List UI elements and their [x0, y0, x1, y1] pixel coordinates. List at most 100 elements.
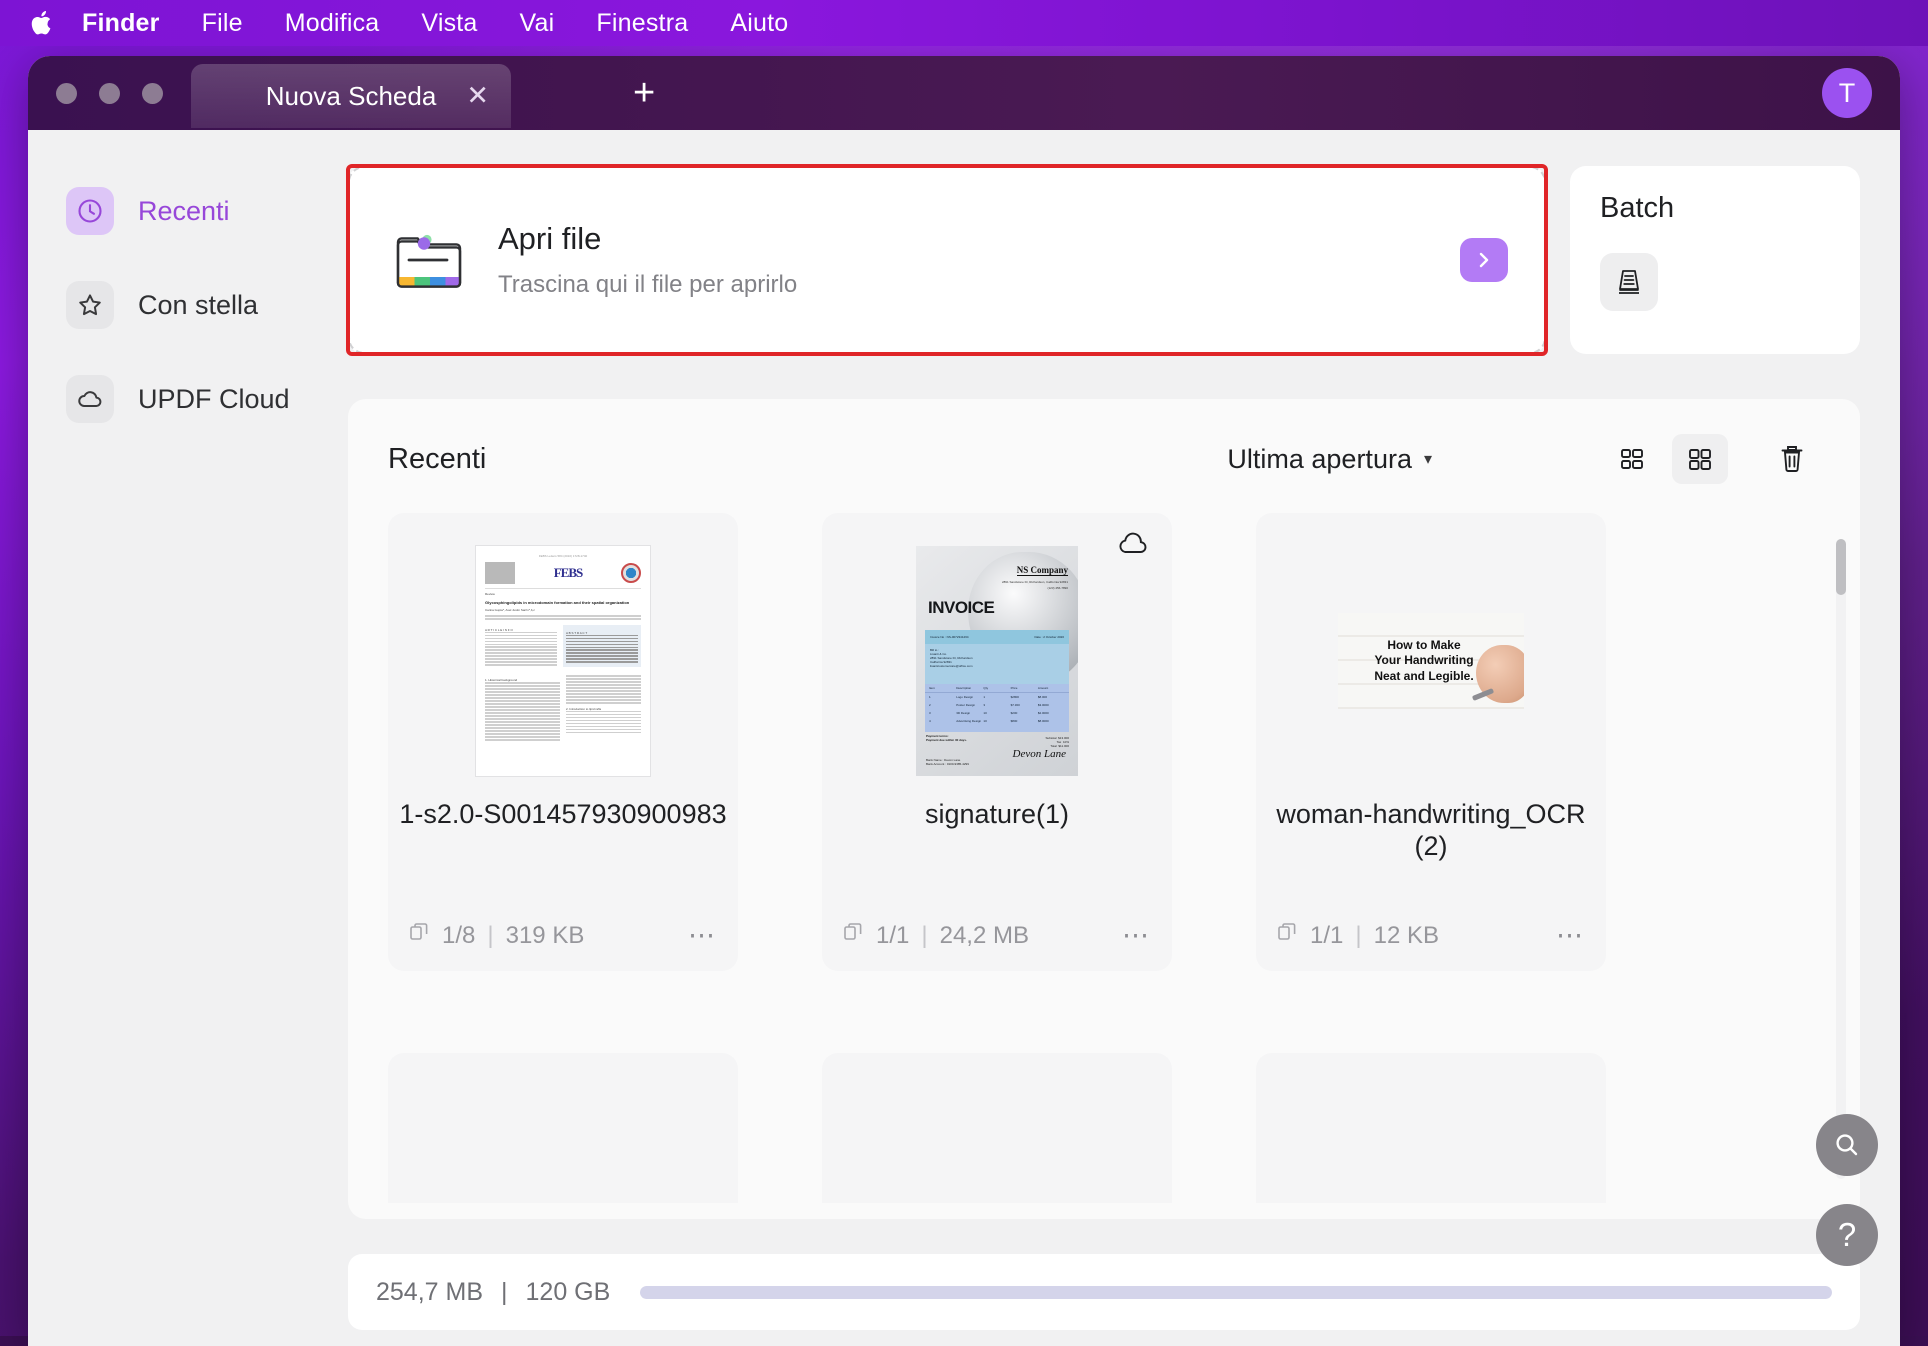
handwriting-line-2: Your Handwriting	[1374, 653, 1473, 669]
chevron-right-icon[interactable]	[1460, 238, 1508, 282]
invoice-bill-to-value: Lisanti & Co. 2891 Sandstone Dr, Richard…	[930, 652, 1064, 668]
storage-progress-fill	[640, 1286, 1832, 1299]
tab-nuova-scheda[interactable]: Nuova Scheda ✕	[191, 64, 511, 128]
paper-kicker: Review	[485, 592, 641, 596]
file-card[interactable]	[1256, 1053, 1606, 1203]
file-card[interactable]: NS Company 2891 Sandstone Dr, Richardson…	[822, 513, 1172, 971]
file-name: signature(1)	[915, 799, 1079, 831]
batch-card[interactable]: Batch	[1570, 166, 1860, 354]
menu-item-finestra[interactable]: Finestra	[575, 0, 709, 46]
pages-icon	[842, 921, 864, 950]
tab-title: Nuova Scheda	[266, 81, 437, 112]
search-icon[interactable]	[1816, 1114, 1878, 1176]
recents-panel: Recenti Ultima apertura ▾	[348, 399, 1860, 1219]
invoice-table: Item Description Qty Price Amount 1 Logo…	[925, 684, 1069, 732]
file-meta: 1/8 | 319 KB ⋯	[408, 920, 718, 951]
sidebar-item-label: UPDF Cloud	[138, 384, 290, 415]
open-file-dropzone[interactable]: Apri file Trascina qui il file per aprir…	[348, 166, 1546, 354]
trash-icon[interactable]	[1764, 434, 1820, 484]
scrollbar-track[interactable]	[1836, 539, 1846, 1179]
clock-icon	[66, 187, 114, 235]
file-size: 24,2 MB	[940, 922, 1029, 950]
handwriting-line-3: Neat and Legible.	[1374, 669, 1473, 685]
invoice-table-row: 1 Logo Design 1 $2800 $8.000	[925, 693, 1069, 701]
invoice-table-row: 3 3D Design 10 $200 $2.0000	[925, 709, 1069, 717]
paper-top-note: FEBS Letters 584 (2010) 1728-1740	[485, 554, 641, 558]
meta-separator: |	[921, 922, 927, 950]
sort-dropdown[interactable]: Ultima apertura ▾	[1227, 444, 1432, 475]
sidebar-item-updf-cloud[interactable]: UPDF Cloud	[66, 368, 308, 430]
batch-title: Batch	[1600, 192, 1830, 225]
cloud-icon[interactable]	[1116, 531, 1150, 562]
scrollbar-thumb[interactable]	[1836, 539, 1846, 595]
minimize-window-button[interactable]	[99, 83, 120, 104]
invoice-company-block: NS Company 2891 Sandstone Dr, Richardson…	[1002, 560, 1068, 590]
sidebar-item-recenti[interactable]: Recenti	[66, 180, 308, 242]
storage-separator: |	[501, 1278, 508, 1307]
more-options-icon[interactable]: ⋯	[1122, 920, 1152, 951]
handwriting-thumbnail: How to Make Your Handwriting Neat and Le…	[1338, 613, 1524, 709]
handwriting-line-1: How to Make	[1374, 638, 1473, 654]
menu-item-aiuto[interactable]: Aiuto	[709, 0, 809, 46]
meta-separator: |	[1355, 922, 1361, 950]
invoice-col-price: Price	[1011, 686, 1038, 690]
window-controls[interactable]	[28, 83, 163, 104]
file-card[interactable]: FEBS Letters 584 (2010) 1728-1740 FEBS R…	[388, 513, 738, 971]
more-options-icon[interactable]: ⋯	[1556, 920, 1586, 951]
file-card[interactable]	[388, 1053, 738, 1203]
close-window-button[interactable]	[56, 83, 77, 104]
invoice-bank: Bank Name : Devon Lane Bank Account : 01…	[926, 758, 969, 766]
file-card[interactable]: How to Make Your Handwriting Neat and Le…	[1256, 513, 1606, 971]
pages-icon	[1276, 921, 1298, 950]
file-name: 1-s2.0-S001457930900983	[389, 799, 736, 831]
help-glyph: ?	[1838, 1216, 1856, 1254]
invoice-table-row: 4 Advertising Design 10 $800 $8.0000	[925, 717, 1069, 725]
open-file-subtitle: Trascina qui il file per aprirlo	[498, 271, 1460, 299]
sidebar-item-label: Recenti	[138, 196, 230, 227]
file-card[interactable]	[822, 1053, 1172, 1203]
help-icon[interactable]: ?	[1816, 1204, 1878, 1266]
sidebar-item-con-stella[interactable]: Con stella	[66, 274, 308, 336]
invoice-date: Date : 2 October 2020	[1034, 635, 1064, 639]
batch-documents-icon[interactable]	[1600, 253, 1658, 311]
invoice-meta-bar: Invoice No : NS-0072341264 Date : 2 Octo…	[925, 630, 1069, 644]
apple-logo-icon[interactable]	[30, 8, 56, 38]
file-pages: 1/1	[876, 922, 909, 950]
open-file-title: Apri file	[498, 221, 1460, 257]
invoice-heading: INVOICE	[928, 598, 994, 618]
menu-item-vai[interactable]: Vai	[499, 0, 576, 46]
more-options-icon[interactable]: ⋯	[688, 920, 718, 951]
grid-view-icon[interactable]	[1672, 434, 1728, 484]
invoice-subtotal-label: Subtotal	[1045, 736, 1056, 740]
menu-item-vista[interactable]: Vista	[400, 0, 498, 46]
sidebar-item-label: Con stella	[138, 290, 258, 321]
close-icon[interactable]: ✕	[466, 83, 489, 110]
list-view-icon[interactable]	[1604, 434, 1660, 484]
invoice-signature: Devon Lane	[1013, 748, 1066, 760]
invoice-payment-terms: Payment terms: Payment due within 30 day…	[926, 734, 967, 742]
file-meta: 1/1 | 12 KB ⋯	[1276, 920, 1586, 951]
main-content: Apri file Trascina qui il file per aprir…	[328, 130, 1900, 1346]
handwriting-text: How to Make Your Handwriting Neat and Le…	[1374, 638, 1487, 685]
open-file-texts: Apri file Trascina qui il file per aprir…	[498, 221, 1460, 299]
paper-logo-right	[621, 563, 641, 583]
paper-title: Glycosphingolipids in microdomain format…	[485, 600, 641, 605]
menu-item-finder[interactable]: Finder	[82, 0, 181, 46]
paper-authors: Carina Gupta*, Axel Justin Sarrin*,b,c	[485, 608, 641, 612]
plus-icon[interactable]: +	[633, 74, 655, 112]
chevron-down-icon: ▾	[1424, 449, 1432, 469]
invoice-number: Invoice No : NS-0072341264	[930, 635, 969, 639]
pages-icon	[408, 921, 430, 950]
menu-item-modifica[interactable]: Modifica	[264, 0, 401, 46]
recents-toolbar: Recenti Ultima apertura ▾	[388, 433, 1820, 485]
invoice-company-address: 2891 Sandstone Dr, Richardson, Californi…	[1002, 580, 1068, 584]
menu-item-file[interactable]: File	[181, 0, 264, 46]
tab-strip: Nuova Scheda ✕ + T	[28, 56, 1900, 130]
recents-title: Recenti	[388, 443, 486, 476]
file-meta: 1/1 | 24,2 MB ⋯	[842, 920, 1152, 951]
avatar[interactable]: T	[1822, 68, 1872, 118]
storage-total: 120 GB	[526, 1278, 611, 1307]
storage-bar: 254,7 MB | 120 GB	[348, 1254, 1860, 1330]
app-window: Nuova Scheda ✕ + T Recenti	[28, 56, 1900, 1346]
maximize-window-button[interactable]	[142, 83, 163, 104]
